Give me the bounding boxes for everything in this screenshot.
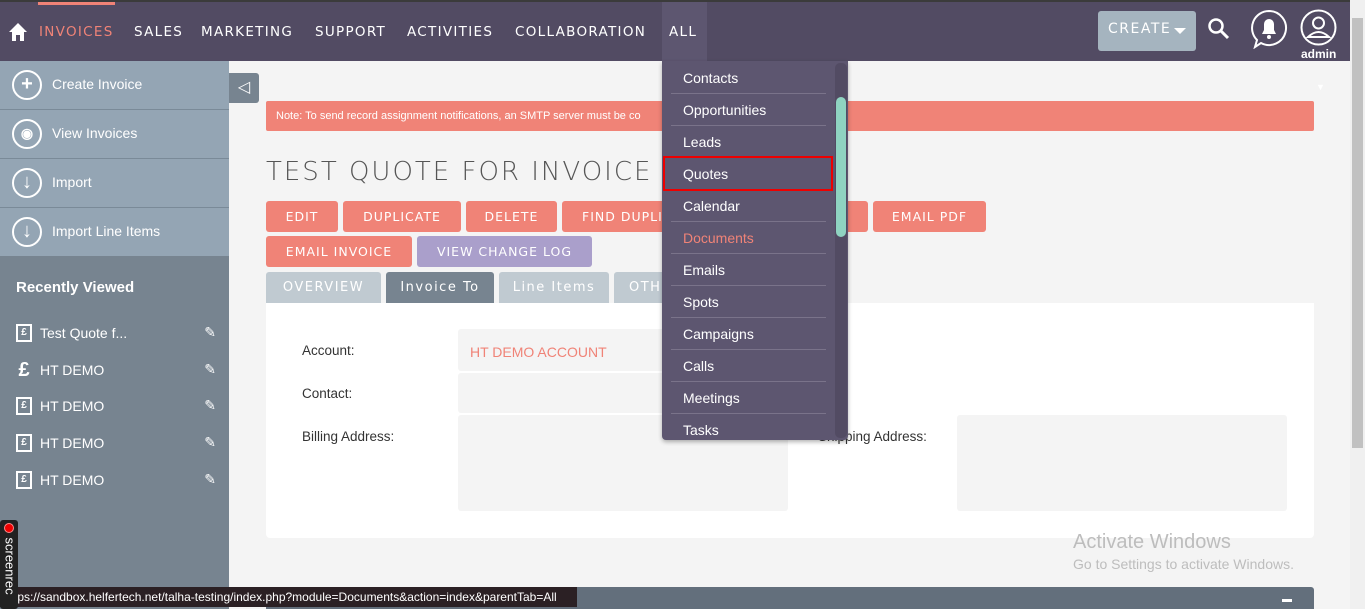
- account-link[interactable]: HT DEMO ACCOUNT: [470, 344, 607, 360]
- screenrec-label: screenrec: [2, 537, 18, 595]
- quotes-highlight-box: [663, 156, 833, 191]
- user-name[interactable]: admin: [1301, 47, 1336, 61]
- quote-icon: £: [16, 397, 32, 415]
- dropdown-item-calls[interactable]: Calls: [671, 350, 826, 382]
- recent-item[interactable]: £ Test Quote f... ✎: [16, 324, 216, 348]
- nav-collaboration[interactable]: COLLABORATION: [515, 24, 646, 40]
- eye-icon: ◉: [12, 119, 42, 149]
- windows-watermark-title: Activate Windows: [1073, 531, 1231, 553]
- page-scrollbar-thumb[interactable]: [1352, 18, 1363, 448]
- recent-item[interactable]: £ HT DEMO ✎: [16, 434, 216, 458]
- search-icon[interactable]: [1207, 17, 1231, 41]
- recent-item-label[interactable]: HT DEMO: [40, 398, 104, 414]
- dropdown-item-campaigns[interactable]: Campaigns: [671, 318, 826, 350]
- pencil-icon[interactable]: ✎: [204, 471, 216, 488]
- recently-viewed-title: Recently Viewed: [16, 279, 135, 296]
- edit-button[interactable]: EDIT: [266, 201, 338, 232]
- sidebar-import-line-items[interactable]: ↓ Import Line Items: [0, 208, 229, 257]
- caret-down-icon[interactable]: ▼: [1316, 82, 1325, 92]
- dropdown-item-spots[interactable]: Spots: [671, 286, 826, 318]
- create-label: CREATE: [1108, 21, 1172, 37]
- shipping-address-field: [957, 415, 1287, 511]
- email-invoice-button[interactable]: EMAIL INVOICE: [266, 236, 412, 267]
- sidebar-toggle-button[interactable]: ◁: [229, 73, 259, 103]
- sidebar-item-label: Import Line Items: [52, 223, 161, 239]
- pound-icon: £: [16, 360, 32, 380]
- dropdown-scrollbar-thumb[interactable]: [836, 97, 846, 237]
- recent-item-label[interactable]: HT DEMO: [40, 435, 104, 451]
- pencil-icon[interactable]: ✎: [204, 324, 216, 341]
- pencil-icon[interactable]: ✎: [204, 397, 216, 414]
- delete-button[interactable]: DELETE: [466, 201, 557, 232]
- sidebar-import[interactable]: ↓ Import: [0, 159, 229, 208]
- dropdown-item-calendar[interactable]: Calendar: [671, 190, 826, 222]
- dropdown-item-opportunities[interactable]: Opportunities: [671, 94, 826, 126]
- minimize-icon[interactable]: [1282, 599, 1292, 602]
- recent-item[interactable]: £ HT DEMO ✎: [16, 471, 216, 495]
- account-label: Account:: [302, 343, 355, 358]
- notifications-bell-icon[interactable]: [1249, 9, 1289, 49]
- page-title: TEST QUOTE FOR INVOICE 2: [266, 157, 682, 187]
- active-tab-indicator: [38, 2, 115, 5]
- sidebar-create-invoice[interactable]: + Create Invoice: [0, 61, 229, 110]
- status-bar-url: tps://sandbox.helfertech.net/talha-testi…: [0, 587, 577, 607]
- sidebar-item-label: View Invoices: [52, 125, 138, 141]
- dropdown-item-contacts[interactable]: Contacts: [671, 62, 826, 94]
- billing-address-label: Billing Address:: [302, 429, 395, 444]
- email-pdf-button[interactable]: EMAIL PDF: [873, 201, 986, 232]
- home-icon[interactable]: [8, 22, 28, 42]
- recent-item-label[interactable]: HT DEMO: [40, 362, 104, 378]
- nav-marketing[interactable]: MARKETING: [201, 24, 293, 40]
- dropdown-item-tasks[interactable]: Tasks: [671, 414, 826, 446]
- nav-activities[interactable]: ACTIVITIES: [407, 24, 493, 40]
- download-icon: ↓: [12, 217, 42, 247]
- create-button[interactable]: CREATE: [1098, 11, 1196, 51]
- tab-invoice-to[interactable]: Invoice To: [386, 272, 494, 303]
- quote-icon: £: [16, 434, 32, 452]
- plus-circle-icon: +: [12, 70, 42, 100]
- tab-overview[interactable]: OVERVIEW: [266, 272, 381, 303]
- sidebar-item-label: Import: [52, 174, 92, 190]
- download-icon: ↓: [12, 168, 42, 198]
- sidebar-view-invoices[interactable]: ◉ View Invoices: [0, 110, 229, 159]
- recent-item-label[interactable]: HT DEMO: [40, 472, 104, 488]
- nav-support[interactable]: SUPPORT: [315, 24, 386, 40]
- quote-icon: £: [16, 471, 32, 489]
- dropdown-item-documents[interactable]: Documents: [671, 222, 826, 254]
- quote-icon: £: [16, 324, 32, 342]
- sidebar-item-label: Create Invoice: [52, 76, 143, 92]
- duplicate-button[interactable]: DUPLICATE: [343, 201, 461, 232]
- dropdown-item-emails[interactable]: Emails: [671, 254, 826, 286]
- dropdown-item-meetings[interactable]: Meetings: [671, 382, 826, 414]
- recent-item-label[interactable]: Test Quote f...: [40, 325, 127, 341]
- user-avatar-icon[interactable]: [1300, 9, 1337, 46]
- pencil-icon[interactable]: ✎: [204, 361, 216, 378]
- tab-line-items[interactable]: Line Items: [499, 272, 609, 303]
- dropdown-item-leads[interactable]: Leads: [671, 126, 826, 158]
- caret-down-icon: [1174, 28, 1186, 34]
- sidebar-recent: [0, 256, 229, 609]
- recent-item[interactable]: £ HT DEMO ✎: [16, 397, 216, 421]
- record-icon[interactable]: [4, 523, 14, 533]
- contact-label: Contact:: [302, 386, 353, 401]
- pencil-icon[interactable]: ✎: [204, 434, 216, 451]
- nav-invoices[interactable]: INVOICES: [39, 24, 114, 40]
- nav-all[interactable]: ALL: [669, 24, 697, 40]
- recent-item[interactable]: £ HT DEMO ✎: [16, 360, 216, 385]
- nav-sales[interactable]: SALES: [134, 24, 183, 40]
- windows-watermark-subtitle: Go to Settings to activate Windows.: [1073, 556, 1294, 572]
- view-change-log-button[interactable]: VIEW CHANGE LOG: [417, 236, 592, 267]
